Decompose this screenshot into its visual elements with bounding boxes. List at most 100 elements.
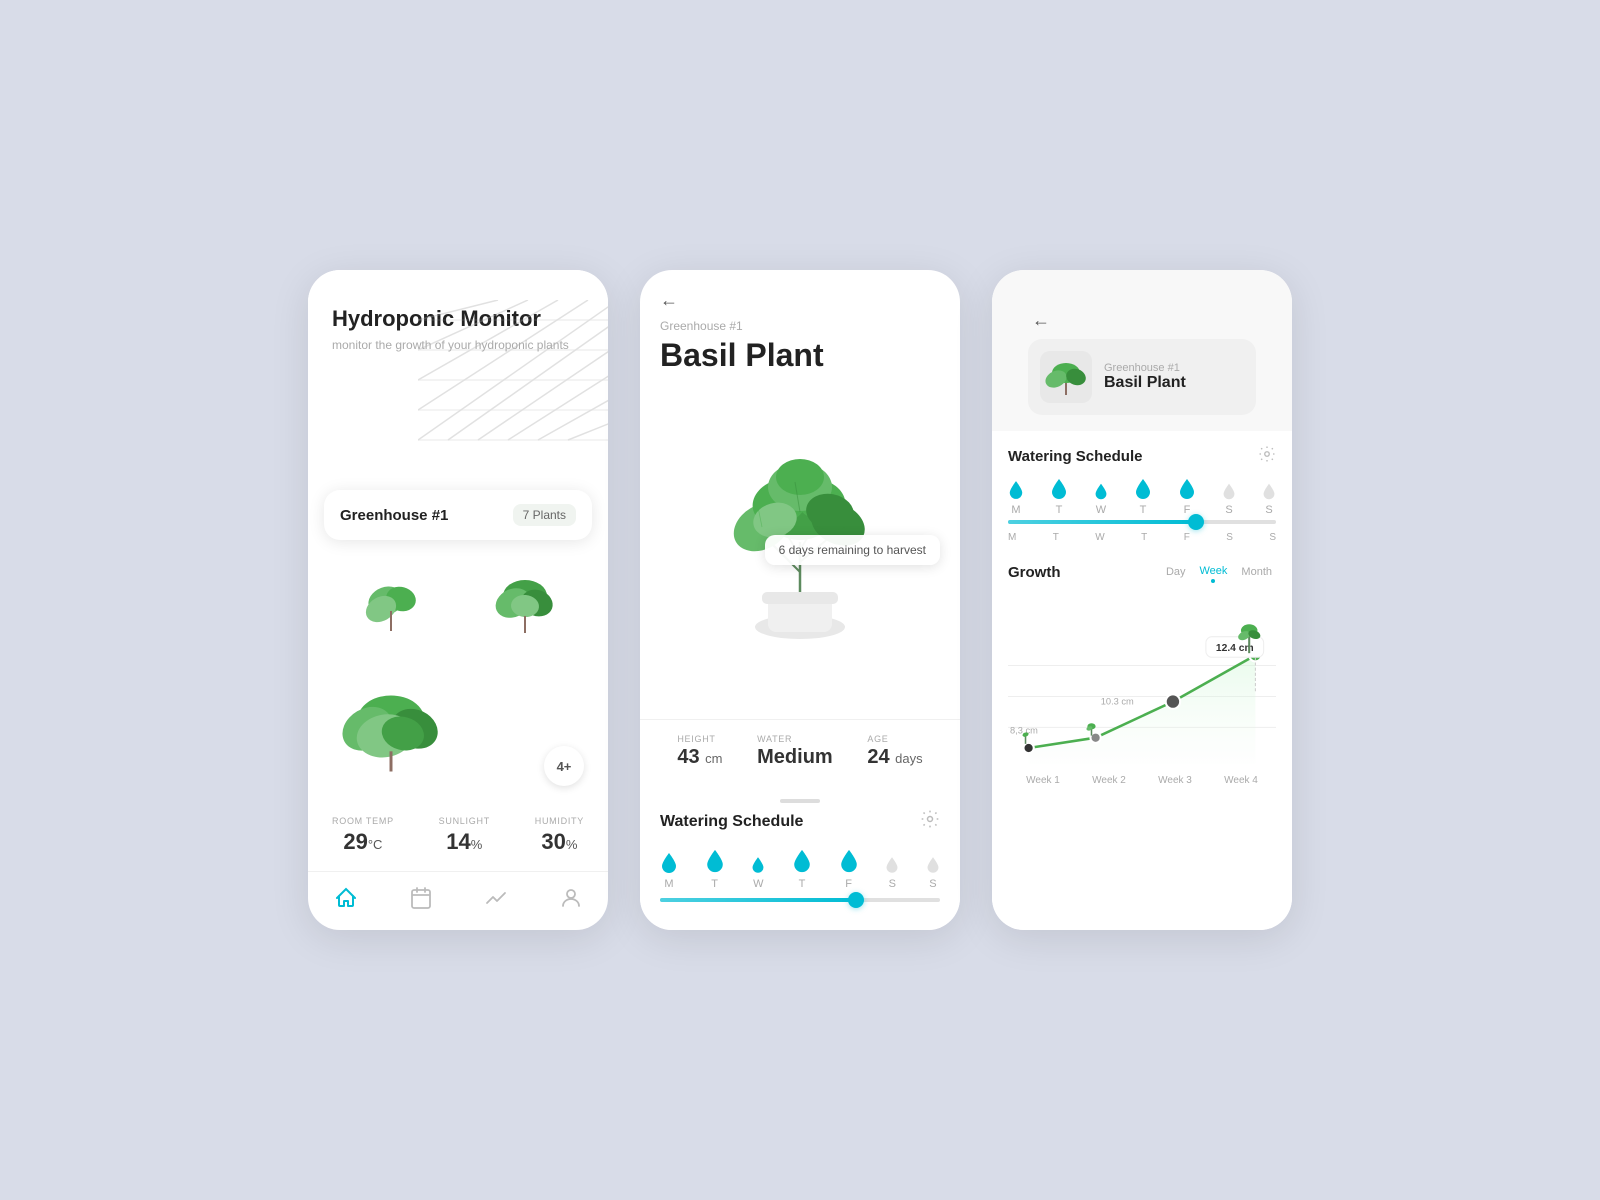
greenhouse-card[interactable]: Greenhouse #1 7 Plants	[324, 490, 592, 540]
screen3-header: ← Greenhouse #1 Basil Plant	[992, 270, 1292, 431]
slider-day-labels: M T W T F S S	[1008, 532, 1276, 543]
day-col-S2-s3: S	[1262, 483, 1276, 516]
slider-thumb-s3[interactable]	[1188, 514, 1204, 530]
nav-calendar[interactable]	[407, 884, 435, 912]
drop-icon-F	[839, 848, 859, 874]
watering-header-s3: Watering Schedule	[1008, 445, 1276, 468]
day-S1: S	[885, 856, 899, 890]
more-plants-badge[interactable]: 4+	[544, 746, 584, 786]
watering-slider-s3[interactable]	[1008, 520, 1276, 524]
bottom-nav	[308, 871, 608, 930]
view-tab-month[interactable]: Month	[1237, 564, 1276, 580]
days-drops-row-s3: M T W T F	[1008, 478, 1276, 516]
metric-label-water: WATER	[757, 734, 833, 744]
watering-title-s2: Watering Schedule	[660, 813, 803, 831]
day-col-T2-s3: T	[1134, 478, 1152, 516]
plant-summary-sub: Greenhouse #1	[1104, 362, 1186, 374]
slider-fill-s3	[1008, 520, 1196, 524]
stat-value-temp: 29°C	[343, 829, 382, 854]
nav-user[interactable]	[557, 884, 585, 912]
screen1-card: Hydroponic Monitor monitor the growth of…	[308, 270, 608, 930]
metric-value-height: 43 cm	[677, 746, 722, 768]
day-T2: T	[792, 848, 812, 890]
stat-label-temp: ROOM TEMP	[332, 816, 394, 826]
greenhouse-name: Greenhouse #1	[340, 507, 448, 524]
back-button-s2[interactable]: ←	[660, 290, 678, 311]
growth-chart-svg: 8,3 cm 10.3 cm 12.4 cm	[1008, 591, 1276, 771]
screen3-body: Watering Schedule M	[992, 431, 1292, 930]
stat-humidity: HUMIDITY 30%	[535, 816, 584, 855]
calendar-icon	[409, 886, 433, 910]
drop-M-s3	[1008, 480, 1024, 500]
metric-value-age: 24 days	[867, 746, 922, 768]
day-col-M-s3: M	[1008, 480, 1024, 516]
plant-count-badge: 7 Plants	[513, 504, 576, 526]
watering-title-s3: Watering Schedule	[1008, 448, 1142, 465]
gear-icon-s3	[1258, 445, 1276, 463]
home-icon	[334, 886, 358, 910]
active-tab-indicator	[1211, 579, 1215, 583]
week-4-label: Week 4	[1208, 775, 1274, 786]
week-labels: Week 1 Week 2 Week 3 Week 4	[1008, 771, 1276, 786]
metric-age: AGE 24 days	[867, 734, 922, 769]
plant-item-2[interactable]	[458, 548, 592, 664]
day-col-T1-s3: T	[1050, 478, 1068, 516]
harvest-badge: 6 days remaining to harvest	[765, 535, 940, 565]
drop-icon-M	[660, 852, 678, 874]
day-S2: S	[926, 856, 940, 890]
svg-text:10.3 cm: 10.3 cm	[1101, 697, 1134, 707]
stat-value-hum: 30%	[541, 829, 577, 854]
days-drops-row-s2: M T W T F	[660, 848, 940, 890]
plant-icon-2	[485, 571, 565, 641]
divider	[780, 799, 820, 803]
slider-thumb-s2[interactable]	[848, 892, 864, 908]
week-2-label: Week 2	[1076, 775, 1142, 786]
stat-value-sun: 14%	[446, 829, 482, 854]
nav-chart[interactable]	[482, 884, 510, 912]
week-3-label: Week 3	[1142, 775, 1208, 786]
week-1-label: Week 1	[1010, 775, 1076, 786]
plant-summary-text: Greenhouse #1 Basil Plant	[1104, 362, 1186, 392]
back-button-s3[interactable]: ←	[1032, 310, 1050, 331]
plant-title-s2: Basil Plant	[660, 337, 940, 374]
view-tab-day[interactable]: Day	[1162, 564, 1190, 580]
drop-W-s3	[1094, 483, 1108, 500]
drop-icon-S2	[926, 856, 940, 874]
stat-label-sun: SUNLIGHT	[439, 816, 490, 826]
drop-icon-T2	[792, 848, 812, 874]
growth-chart: 8,3 cm 10.3 cm 12.4 cm	[1008, 591, 1276, 771]
drop-icon-T1	[705, 848, 725, 874]
metric-value-water: Medium	[757, 746, 833, 768]
growth-section: Growth Day Week Month	[1008, 551, 1276, 796]
growth-title: Growth	[1008, 564, 1154, 581]
metric-label-age: AGE	[867, 734, 922, 744]
watering-slider-s2[interactable]	[660, 898, 940, 902]
plant-image-area: 6 days remaining to harvest	[640, 374, 960, 719]
stat-room-temp: ROOM TEMP 29°C	[332, 816, 394, 855]
nav-home[interactable]	[332, 884, 360, 912]
drop-S2-s3	[1262, 483, 1276, 500]
plant-icon-1	[351, 571, 431, 641]
settings-icon-s3[interactable]	[1258, 445, 1276, 468]
day-col-F-s3: F	[1178, 478, 1196, 516]
day-col-W-s3: W	[1094, 483, 1108, 516]
view-tab-week[interactable]: Week	[1196, 563, 1232, 579]
gear-icon	[920, 809, 940, 829]
screens-container: Hydroponic Monitor monitor the growth of…	[268, 230, 1332, 970]
plant-thumb-small	[1040, 351, 1092, 403]
plant-summary-card: Greenhouse #1 Basil Plant	[1028, 339, 1256, 415]
plant-thumb-icon	[1044, 355, 1088, 399]
breadcrumb-s2: Greenhouse #1	[660, 319, 940, 333]
day-W: W	[751, 856, 765, 890]
stat-sunlight: SUNLIGHT 14%	[439, 816, 490, 855]
screen2-card: ← Greenhouse #1 Basil Plant	[640, 270, 960, 930]
plant-item-3[interactable]	[324, 664, 458, 805]
plants-grid: 4+	[308, 540, 608, 804]
settings-icon-s2[interactable]	[920, 809, 940, 834]
plant-item-1[interactable]	[324, 548, 458, 664]
metric-height: HEIGHT 43 cm	[677, 734, 722, 769]
view-tabs: Day Week Month	[1162, 561, 1276, 583]
plant-icon-3	[336, 686, 446, 781]
watering-header-s2: Watering Schedule	[660, 809, 940, 834]
screen3-card: ← Greenhouse #1 Basil Plant	[992, 270, 1292, 930]
